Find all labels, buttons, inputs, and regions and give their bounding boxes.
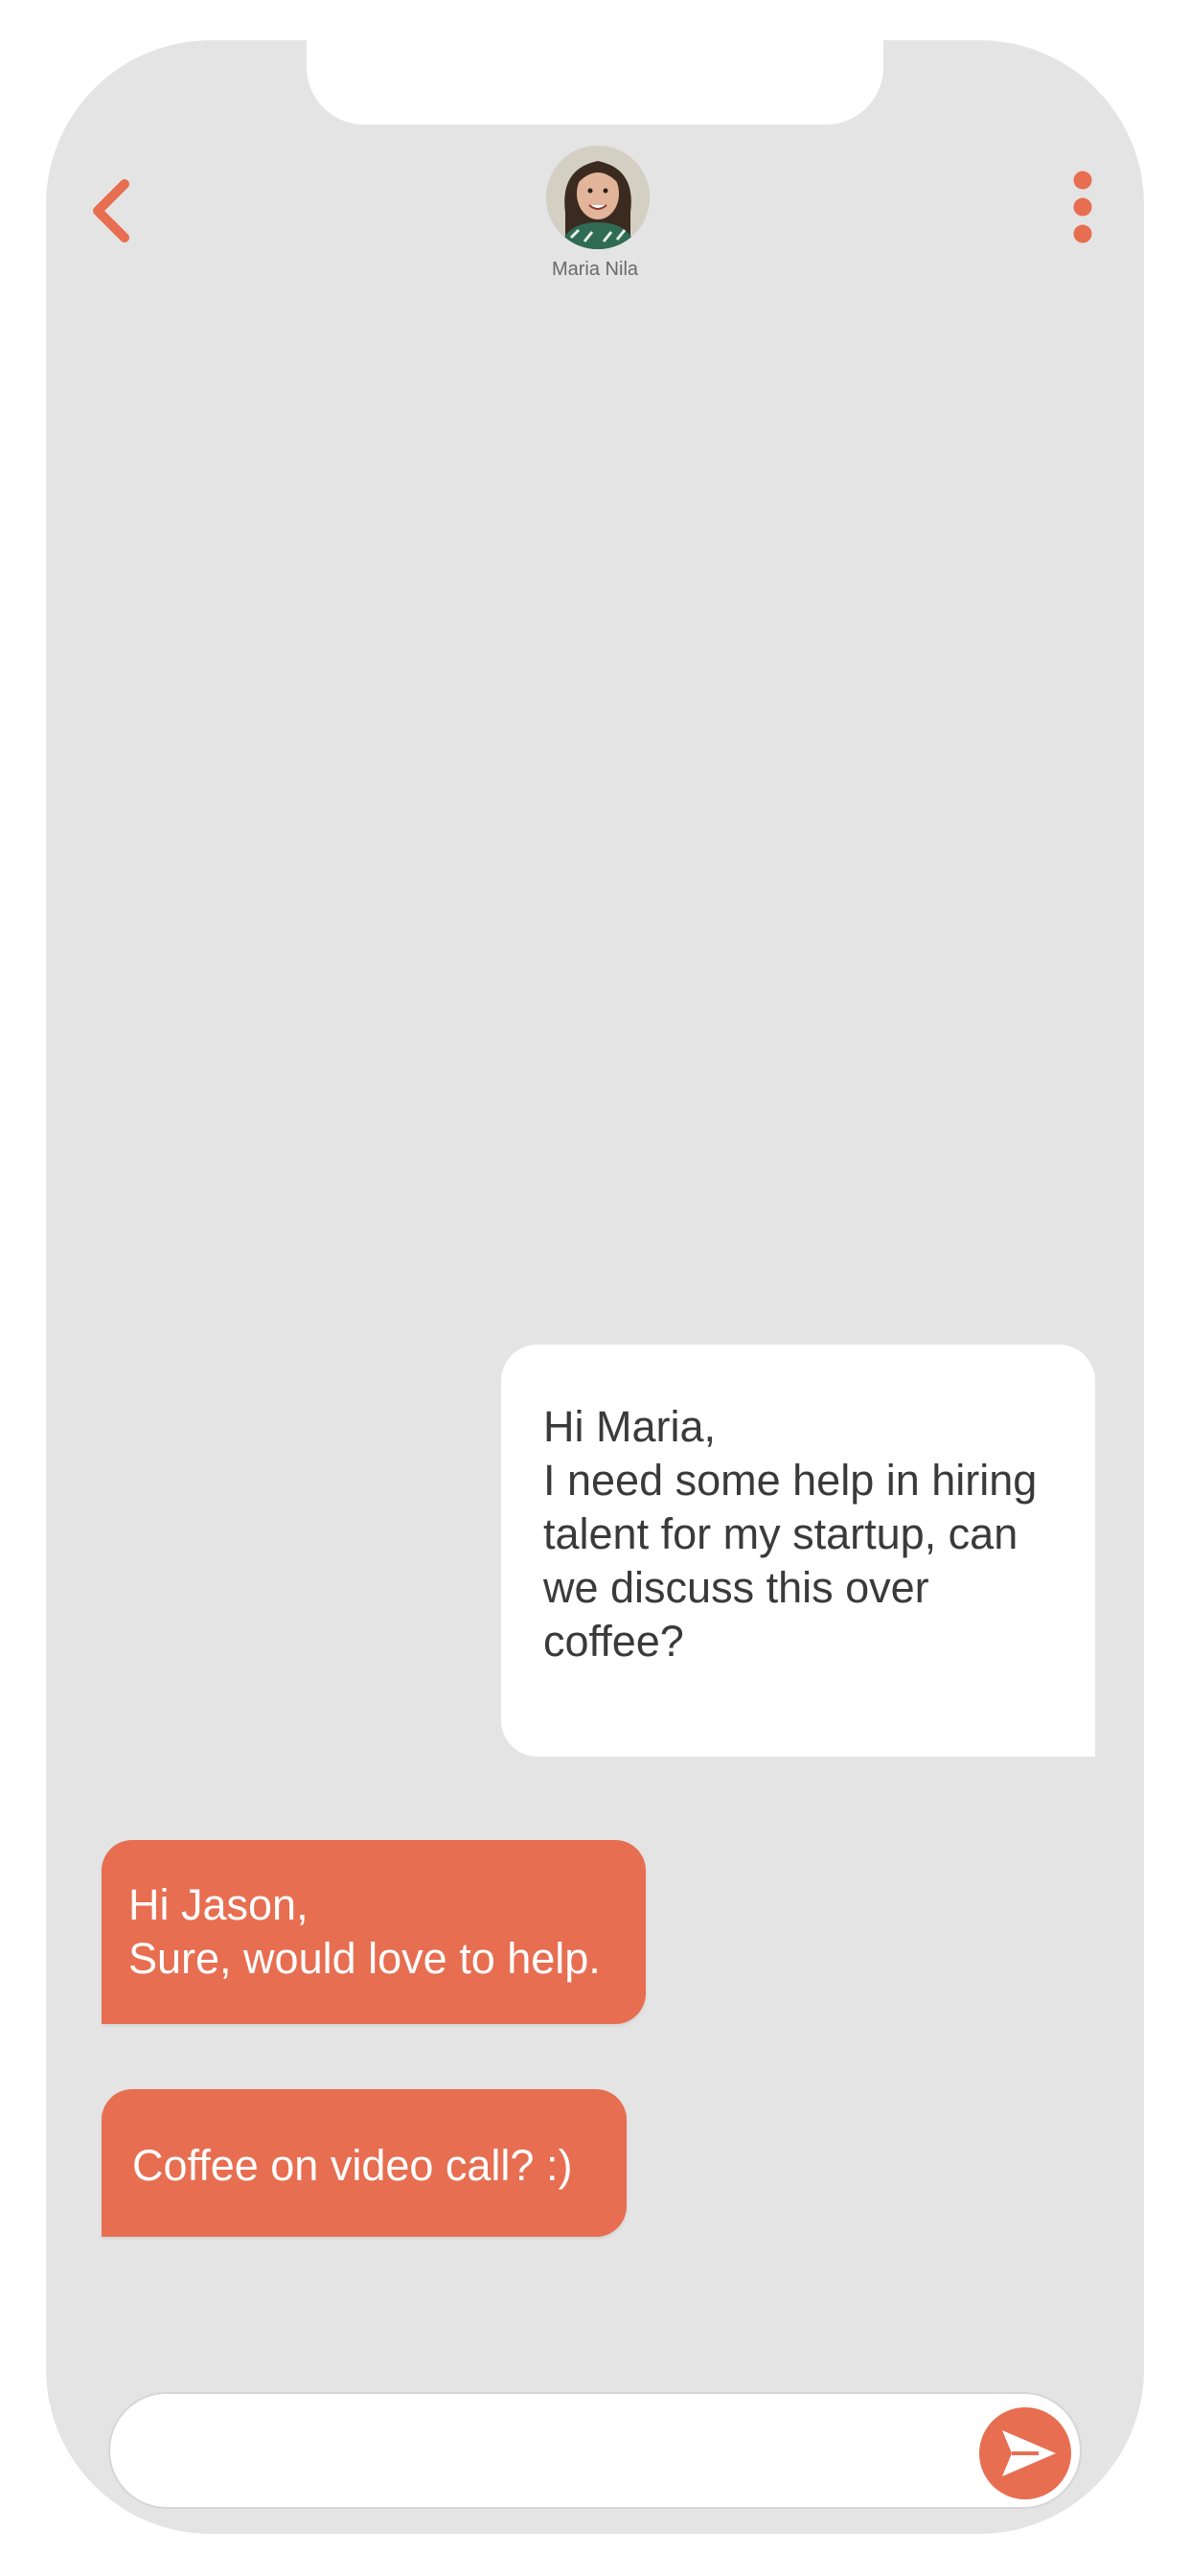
message-input[interactable] — [149, 2421, 938, 2482]
more-options-button[interactable] — [1062, 169, 1104, 245]
avatar-photo — [546, 146, 650, 249]
chat-screen: Maria Nila Hi Maria, I need some help in… — [46, 40, 1144, 2534]
contact-avatar[interactable] — [546, 146, 650, 249]
send-button[interactable] — [979, 2407, 1071, 2499]
device-notch — [307, 40, 883, 125]
message-composer — [108, 2392, 1082, 2509]
vertical-dots-icon — [1073, 171, 1092, 243]
incoming-message: Coffee on video call? :) — [102, 2089, 627, 2237]
incoming-message: Hi Jason, Sure, would love to help. — [102, 1840, 646, 2024]
chevron-left-icon — [93, 179, 129, 242]
back-button[interactable] — [79, 172, 146, 249]
send-icon — [1002, 2430, 1056, 2476]
outgoing-message: Hi Maria, I need some help in hiring tal… — [501, 1345, 1095, 1757]
contact-name: Maria Nila — [551, 259, 639, 280]
